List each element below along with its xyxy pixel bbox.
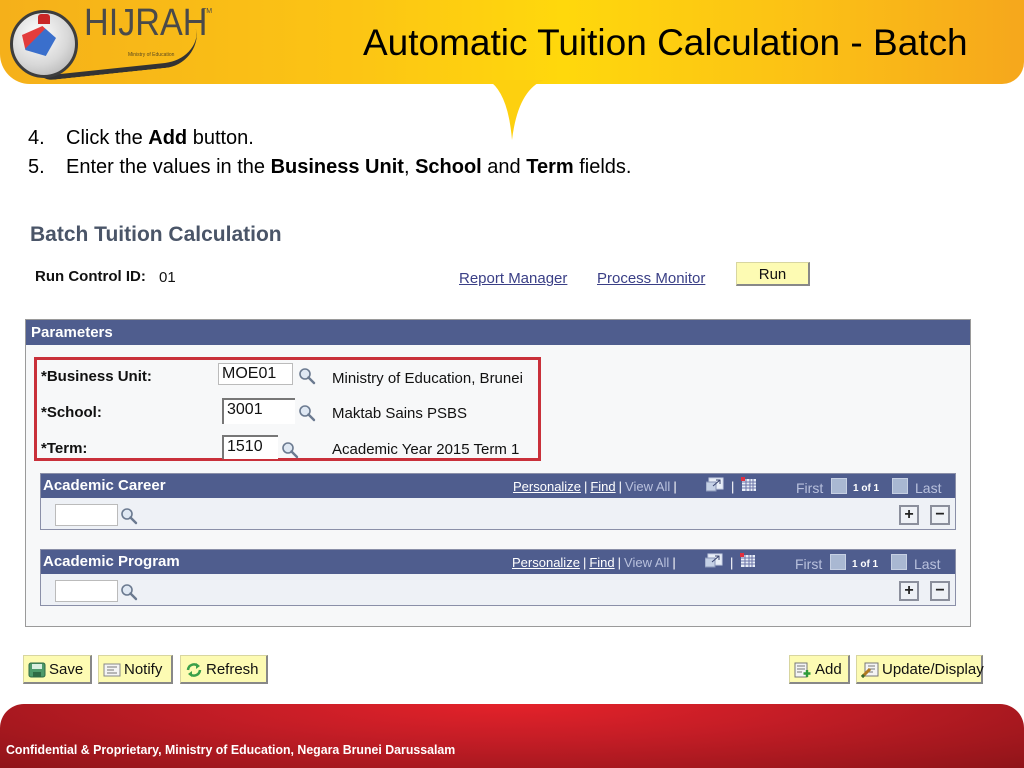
footer-banner: Confidential & Proprietary, Ministry of … [0,704,1024,768]
grid-title: Academic Career [43,477,166,494]
first-link[interactable]: First [795,556,822,572]
run-control-value: 01 [159,269,176,286]
header-banner: HIJRAH TM Ministry of Education Automati… [0,0,1024,84]
last-link[interactable]: Last [914,556,940,572]
row-count: 1 of 1 [853,483,880,494]
grid-nav-links: Personalize | Find | View All | [512,555,676,570]
personalize-link[interactable]: Personalize [512,555,580,570]
delete-row-button[interactable]: − [930,581,950,601]
term-label: *Term: [41,440,88,457]
add-row-button[interactable]: + [899,581,919,601]
add-button[interactable]: Add [789,655,850,684]
term-description: Academic Year 2015 Term 1 [332,441,520,458]
personalize-link[interactable]: Personalize [513,479,581,494]
business-unit-description: Ministry of Education, Brunei [332,370,523,387]
previous-row-icon[interactable] [830,554,846,570]
school-label: *School: [41,404,102,421]
find-link[interactable]: Find [590,479,615,494]
academic-program-input[interactable] [55,580,118,602]
zoom-grid-icon[interactable] [706,477,724,492]
report-manager-link[interactable]: Report Manager [459,270,567,287]
view-all-link[interactable]: View All [625,479,670,494]
academic-career-grid: Academic Career Personalize | Find | View Al… [40,473,956,530]
business-unit-input[interactable]: MOE01 [218,363,293,385]
refresh-icon [186,663,202,678]
last-link[interactable]: Last [915,480,941,496]
previous-row-icon[interactable] [831,478,847,494]
download-spreadsheet-icon[interactable] [740,553,756,568]
refresh-button[interactable]: Refresh [180,655,268,684]
nav-separator: | [731,479,735,494]
academic-career-input[interactable] [55,504,118,526]
run-button[interactable]: Run [736,262,810,286]
term-input[interactable]: 1510 [222,435,278,459]
download-spreadsheet-icon[interactable] [741,477,757,492]
parameters-header: Parameters [26,320,970,345]
academic-career-lookup-icon[interactable] [120,507,138,525]
page-title: Batch Tuition Calculation [30,223,282,246]
footer-text: Confidential & Proprietary, Ministry of … [6,742,456,757]
run-control-label: Run Control ID: [35,268,146,285]
first-link[interactable]: First [796,480,823,496]
school-description: Maktab Sains PSBS [332,405,468,422]
school-lookup-icon[interactable] [298,404,316,422]
school-input[interactable]: 3001 [222,398,295,424]
logo-subtitle: Ministry of Education [128,52,175,58]
save-button[interactable]: Save [23,655,92,684]
hijrah-logo: HIJRAH TM Ministry of Education [4,2,224,82]
zoom-grid-icon[interactable] [705,553,723,568]
academic-program-lookup-icon[interactable] [120,583,138,601]
grid-nav-links: Personalize | Find | View All | [513,479,677,494]
logo-text: HIJRAH [84,2,208,44]
update-display-icon [861,662,879,679]
notify-button[interactable]: Notify [98,655,173,684]
add-icon [794,662,811,678]
find-link[interactable]: Find [589,555,614,570]
business-unit-label: *Business Unit: [41,368,152,385]
process-monitor-link[interactable]: Process Monitor [597,270,705,287]
save-icon [28,662,46,678]
view-all-link[interactable]: View All [624,555,669,570]
next-row-icon[interactable] [891,554,907,570]
grid-title: Academic Program [43,553,180,570]
grid-header: Academic Program Personalize | Find | View A… [41,550,955,574]
nav-separator: | [730,555,734,570]
delete-row-button[interactable]: − [930,505,950,525]
grid-header: Academic Career Personalize | Find | View Al… [41,474,955,498]
business-unit-lookup-icon[interactable] [298,367,316,385]
row-count: 1 of 1 [852,559,879,570]
logo-trademark: TM [202,8,213,15]
academic-program-grid: Academic Program Personalize | Find | View A… [40,549,956,606]
instruction-step: 4. Click the Add button. [28,127,254,149]
term-lookup-icon[interactable] [281,441,299,459]
add-row-button[interactable]: + [899,505,919,525]
instruction-list: 4. Click the Add button. 5. Enter the valu… [28,124,631,182]
update-display-button[interactable]: Update/Display [856,655,984,684]
slide-title: Automatic Tuition Calculation - Batch [363,22,968,63]
instruction-step: 5. Enter the values in the Business Unit,… [28,156,632,178]
notify-icon [103,663,121,677]
next-row-icon[interactable] [892,478,908,494]
crest-icon [38,14,50,24]
